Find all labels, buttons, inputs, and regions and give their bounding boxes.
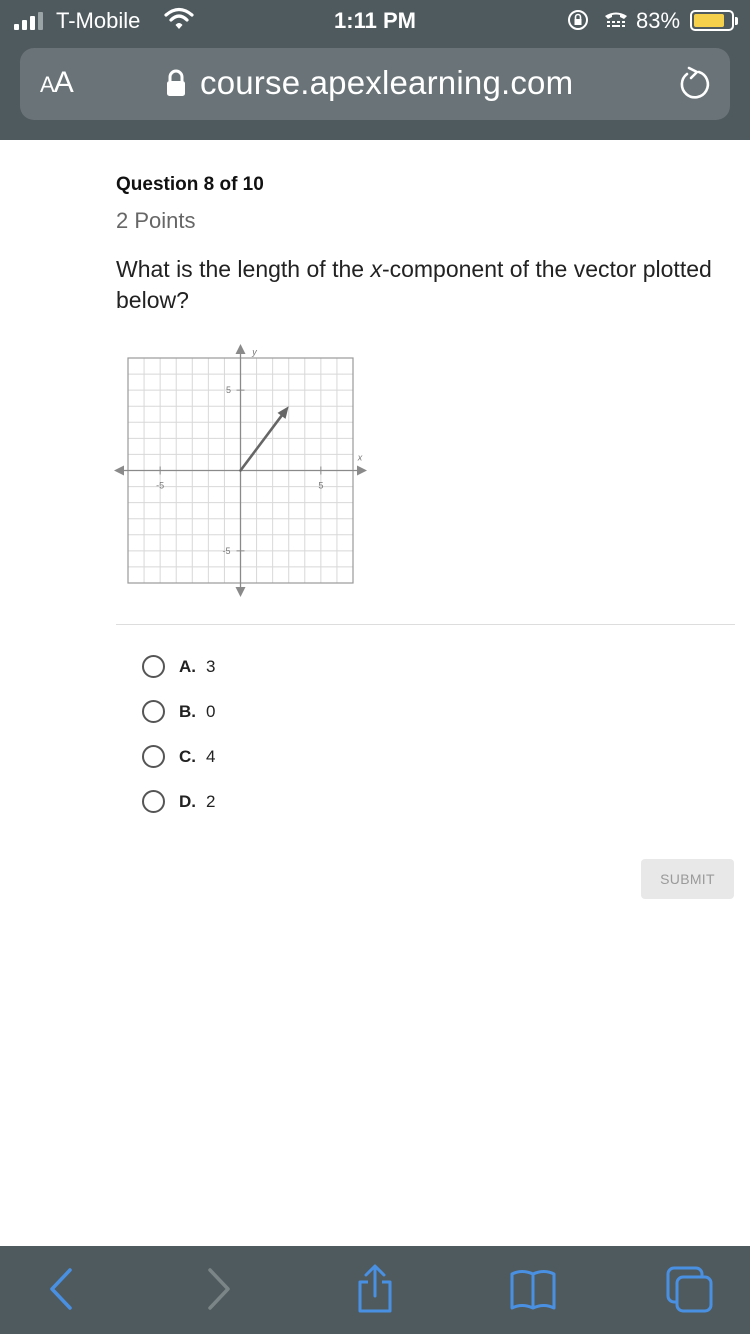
y-tick-label-neg: -5 bbox=[222, 546, 230, 556]
x-tick-label-neg: -5 bbox=[156, 481, 164, 491]
radio-button[interactable] bbox=[142, 700, 165, 723]
tty-icon bbox=[605, 12, 627, 27]
divider bbox=[116, 624, 735, 625]
text-size-button[interactable]: AA bbox=[40, 66, 74, 100]
radio-button[interactable] bbox=[142, 745, 165, 768]
rotation-lock-icon bbox=[568, 10, 588, 30]
radio-button[interactable] bbox=[142, 790, 165, 813]
x-axis-arrow-left bbox=[114, 465, 124, 476]
submit-button[interactable]: SUBMIT bbox=[641, 859, 734, 899]
question-header: Question 8 of 10 bbox=[116, 174, 264, 195]
bookmarks-icon[interactable] bbox=[508, 1264, 558, 1314]
forward-icon[interactable] bbox=[192, 1264, 242, 1314]
x-tick-label-pos: 5 bbox=[318, 481, 323, 491]
y-axis-arrow-up bbox=[235, 344, 246, 354]
choice-letter: B. bbox=[179, 702, 196, 721]
share-icon[interactable] bbox=[350, 1264, 400, 1314]
vector-plot: -5 5 5 -5 x y bbox=[112, 342, 372, 602]
x-axis-arrow-right bbox=[357, 465, 367, 476]
battery-percent: 83% bbox=[636, 8, 681, 33]
tabs-icon[interactable] bbox=[664, 1264, 714, 1314]
x-axis-label: x bbox=[357, 453, 363, 463]
reload-icon[interactable] bbox=[678, 66, 712, 102]
y-axis-label: y bbox=[251, 347, 257, 357]
browser-chrome: T-Mobile 1:11 PM 83% AA course.apexlearn… bbox=[0, 0, 750, 140]
battery-icon bbox=[690, 10, 738, 31]
lock-icon bbox=[167, 69, 185, 96]
vector-line bbox=[239, 414, 283, 472]
y-axis-arrow-down bbox=[235, 587, 246, 597]
vector-plot-svg: -5 5 5 -5 x y bbox=[114, 344, 367, 597]
y-tick-label-pos: 5 bbox=[226, 385, 231, 395]
url-text[interactable]: course.apexlearning.com bbox=[200, 64, 573, 102]
choice-letter: D. bbox=[179, 792, 196, 811]
question-prompt: What is the length of the x-component of… bbox=[116, 256, 712, 313]
choice-letter: A. bbox=[179, 657, 196, 676]
choice-value: 2 bbox=[206, 792, 216, 811]
safari-toolbar bbox=[0, 1246, 750, 1334]
address-bar[interactable]: AA course.apexlearning.com bbox=[20, 48, 730, 120]
question-points: 2 Points bbox=[116, 208, 196, 233]
choice-value: 0 bbox=[206, 702, 216, 721]
choice-letter: C. bbox=[179, 747, 196, 766]
choice-value: 4 bbox=[206, 747, 216, 766]
radio-button[interactable] bbox=[142, 655, 165, 678]
back-icon[interactable] bbox=[38, 1264, 88, 1314]
choice-value: 3 bbox=[206, 657, 216, 676]
status-bar: T-Mobile 1:11 PM 83% bbox=[0, 0, 750, 40]
